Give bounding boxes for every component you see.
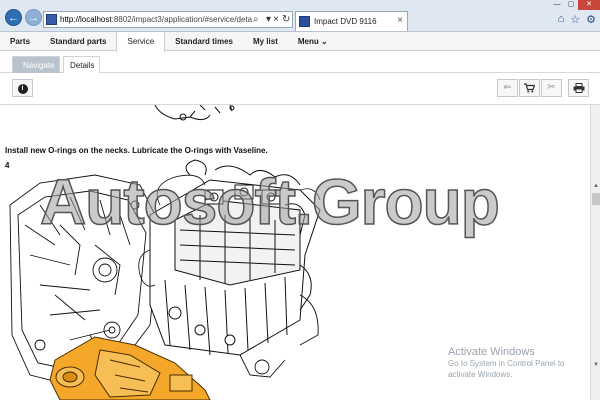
menu-item-standard-times[interactable]: Standard times (165, 32, 243, 50)
tab-close-icon[interactable]: × (397, 15, 403, 26)
info-button[interactable]: i (12, 79, 33, 97)
main-menu: Parts Standard parts Service Standard ti… (0, 32, 600, 52)
wrench-screwdriver-icon: ✂ (547, 82, 556, 93)
previous-button[interactable]: ⇐ (497, 79, 518, 97)
step-number: 4 (5, 161, 10, 170)
activation-line2: activate Windows. (448, 370, 513, 379)
scroll-up-icon[interactable]: ▲ (591, 183, 600, 191)
window-close-icon[interactable]: ✕ (578, 0, 600, 10)
arrow-right-icon: → (28, 12, 39, 24)
url-host: http://localhost (60, 15, 112, 24)
toolbar: i ⇐ ✂ (0, 73, 600, 105)
vertical-scrollbar[interactable]: ▲ ▼ (590, 105, 600, 400)
sub-tabs: Navigate Details (0, 51, 600, 73)
window-controls: — ▢ ✕ (550, 0, 600, 10)
dropdown-icon[interactable]: ▾ (266, 14, 271, 26)
favorites-star-icon[interactable]: ☆ (570, 13, 580, 26)
cart-button[interactable] (519, 79, 540, 97)
menu-item-service[interactable]: Service (116, 32, 166, 52)
watermark-text: Autosoft.Group (39, 165, 500, 239)
page-icon (46, 14, 57, 25)
menu-item-standard-parts[interactable]: Standard parts (40, 32, 116, 50)
browser-tab[interactable]: Impact DVD 9116 × (295, 11, 408, 31)
menu-item-my-list[interactable]: My list (243, 32, 288, 50)
tools-button[interactable]: ✂ (541, 79, 562, 97)
browser-tools: ⌂ ☆ ⚙ (558, 13, 596, 26)
menu-item-parts[interactable]: Parts (0, 32, 40, 50)
scroll-down-icon[interactable]: ▼ (591, 362, 600, 370)
tab-title: Impact DVD 9116 (314, 17, 377, 26)
activation-title: Activate Windows (448, 346, 535, 358)
tab-favicon-icon (299, 16, 310, 27)
search-icon[interactable]: ⌕ (253, 14, 259, 26)
maximize-icon[interactable]: ▢ (564, 0, 578, 10)
scroll-thumb[interactable] (592, 193, 600, 205)
home-icon[interactable]: ⌂ (558, 13, 565, 26)
instruction-text: Install new O-rings on the necks. Lubric… (5, 146, 268, 155)
browser-chrome: ← → http://localhost:8802/impact3/applic… (0, 0, 600, 32)
tab-details[interactable]: Details (63, 56, 100, 73)
gear-icon[interactable]: ⚙ (586, 13, 596, 26)
info-icon: i (17, 84, 28, 94)
refresh-icon[interactable]: ↻ (282, 14, 290, 26)
minimize-icon[interactable]: — (550, 0, 564, 10)
menu-item-menu[interactable]: Menu ⌄ (288, 32, 338, 50)
address-close-icon[interactable]: × (273, 14, 279, 26)
address-bar[interactable]: http://localhost:8802/impact3/applicatio… (43, 11, 293, 28)
printer-icon (573, 83, 585, 96)
forward-button[interactable]: → (25, 9, 42, 26)
address-url[interactable]: http://localhost:8802/impact3/applicatio… (60, 15, 252, 24)
arrow-back-icon: ⇐ (503, 82, 512, 93)
cart-icon (524, 83, 536, 96)
back-button[interactable]: ← (5, 9, 22, 26)
print-button[interactable] (568, 79, 589, 97)
activation-line1: Go to System in Control Panel to (448, 359, 565, 368)
activation-notice: Activate Windows Go to System in Control… (448, 346, 565, 380)
url-path: :8802/impact3/application/#service/detai… (111, 15, 252, 24)
arrow-left-icon: ← (8, 12, 19, 24)
tab-navigate[interactable]: Navigate (12, 56, 60, 73)
